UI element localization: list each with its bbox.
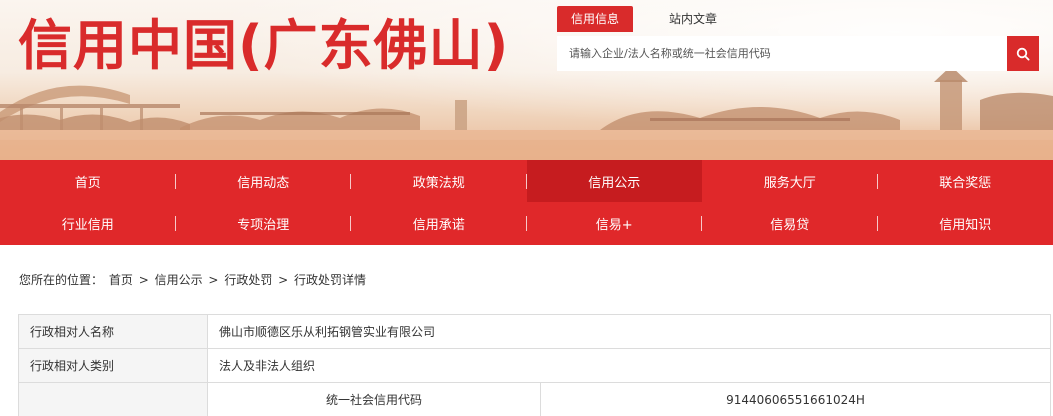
- breadcrumb-admin-penalty[interactable]: 行政处罚: [224, 273, 272, 287]
- nav-label: 首页: [74, 175, 101, 191]
- tab-site-articles[interactable]: 站内文章: [655, 6, 731, 32]
- nav-label: 信易+: [595, 218, 633, 233]
- nav-label: 信用动态: [237, 175, 290, 191]
- sub-row-value: 91440606551661024H: [540, 382, 1051, 416]
- breadcrumb: 您所在的位置： 首页 > 信用公示 > 行政处罚 > 行政处罚详情: [19, 271, 368, 288]
- nav-label: 信用知识: [939, 218, 992, 233]
- row-value: 佛山市顺德区乐从利拓钢管实业有限公司: [207, 314, 1051, 349]
- nav-label: 服务大厅: [763, 175, 816, 191]
- breadcrumb-credit-publicity[interactable]: 信用公示: [155, 273, 203, 287]
- search-button[interactable]: [1007, 36, 1039, 71]
- breadcrumb-separator: >: [208, 273, 219, 287]
- nav-label: 信易贷: [770, 218, 810, 233]
- breadcrumb-separator: >: [138, 273, 149, 287]
- site-title[interactable]: 信用中国(广东佛山): [18, 14, 509, 78]
- nav-item-industry-credit[interactable]: 行业信用: [0, 202, 176, 245]
- nav-label: 行业信用: [61, 218, 114, 233]
- sub-row-label: 统一社会信用代码: [207, 382, 541, 416]
- nav-row-secondary: 行业信用 专项治理 信用承诺 信易+ 信易贷 信用知识: [0, 202, 1053, 245]
- nav-item-special-governance[interactable]: 专项治理: [176, 202, 351, 245]
- row-label: 行政相对人名称: [18, 314, 208, 349]
- search-icon: [1016, 47, 1030, 61]
- breadcrumb-separator: >: [278, 273, 289, 287]
- breadcrumb-home[interactable]: 首页: [109, 273, 133, 287]
- nav-label: 信用公示: [588, 175, 641, 191]
- breadcrumb-prefix: 您所在的位置：: [19, 273, 104, 287]
- nav-item-xinyi-plus[interactable]: 信易+: [527, 202, 702, 245]
- nav-item-policy[interactable]: 政策法规: [351, 160, 527, 202]
- nav-item-credit-publicity[interactable]: 信用公示: [526, 160, 702, 202]
- nav-label: 信用承诺: [412, 218, 465, 233]
- table-row: 行政相对人类别 法人及非法人组织: [18, 348, 1051, 383]
- header-banner: 信用中国(广东佛山) 信用信息 站内文章: [0, 0, 1053, 160]
- nav-row-primary: 首页 信用动态 政策法规 信用公示 服务大厅 联合奖惩: [0, 160, 1053, 202]
- nav-label: 联合奖惩: [939, 175, 992, 191]
- nav-item-credit-news[interactable]: 信用动态: [176, 160, 351, 202]
- penalty-detail-table: 行政相对人名称 佛山市顺德区乐从利拓钢管实业有限公司 行政相对人类别 法人及非法…: [18, 314, 1051, 416]
- main-nav: 首页 信用动态 政策法规 信用公示 服务大厅 联合奖惩 行业信用 专项治理 信用…: [0, 160, 1053, 245]
- row-label-empty: [18, 382, 208, 416]
- nav-item-joint-rewards[interactable]: 联合奖惩: [878, 160, 1053, 202]
- breadcrumb-current: 行政处罚详情: [294, 273, 367, 287]
- nav-label: 政策法规: [412, 175, 465, 191]
- tab-credit-info[interactable]: 信用信息: [557, 6, 634, 32]
- nav-item-service-hall[interactable]: 服务大厅: [702, 160, 878, 202]
- search-box: [557, 36, 1039, 71]
- table-row: 行政相对人名称 佛山市顺德区乐从利拓钢管实业有限公司: [18, 314, 1051, 349]
- search-tabs: 信用信息 站内文章: [557, 6, 731, 32]
- table-row: 统一社会信用代码 91440606551661024H: [18, 382, 1051, 416]
- search-input[interactable]: [557, 36, 1007, 71]
- nav-item-xinyi-loan[interactable]: 信易贷: [702, 202, 878, 245]
- nav-item-credit-commitment[interactable]: 信用承诺: [351, 202, 527, 245]
- nav-label: 专项治理: [237, 218, 290, 233]
- nav-item-home[interactable]: 首页: [0, 160, 176, 202]
- row-value: 法人及非法人组织: [207, 348, 1051, 383]
- row-label: 行政相对人类别: [18, 348, 208, 383]
- nav-item-credit-knowledge[interactable]: 信用知识: [878, 202, 1053, 245]
